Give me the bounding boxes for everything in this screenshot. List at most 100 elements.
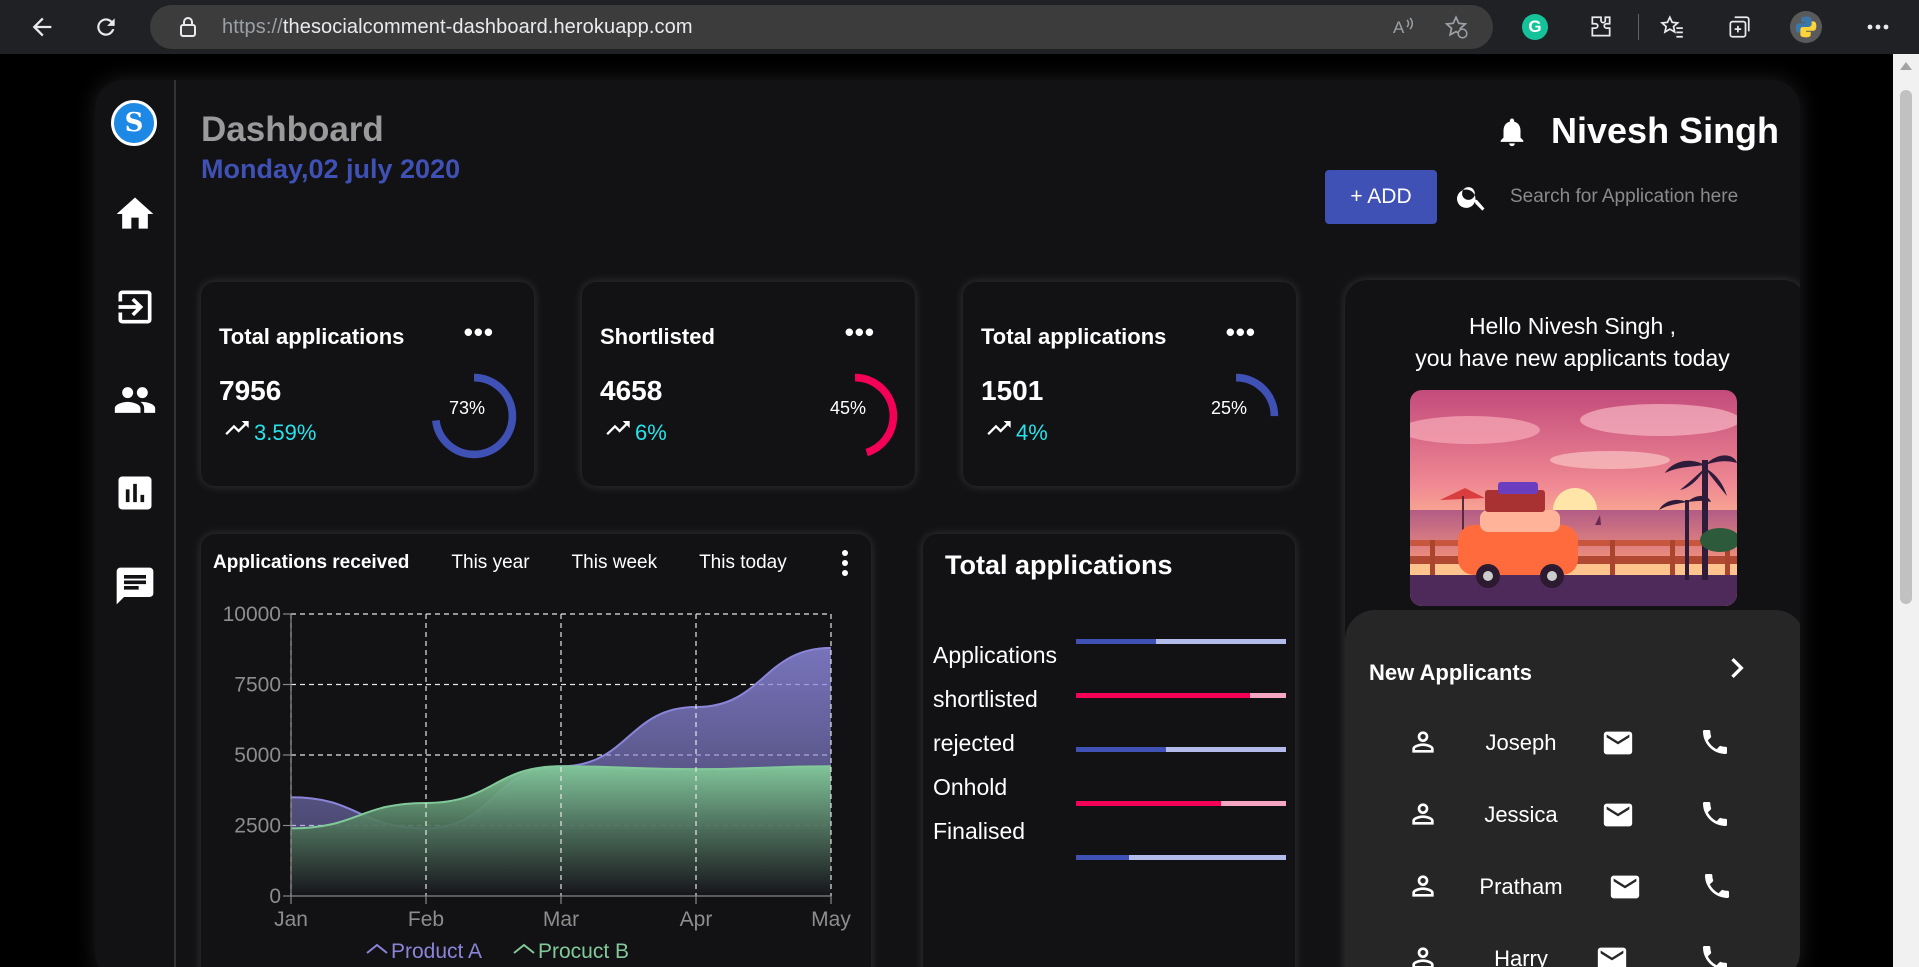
totals-row-label: Onhold [933,774,1008,800]
page-scrollbar[interactable] [1893,54,1919,967]
email-icon[interactable] [1595,942,1629,967]
chat-icon[interactable] [111,562,159,610]
totals-row-label: rejected [933,730,1015,756]
phone-icon[interactable] [1699,726,1731,758]
python-profile-icon[interactable] [1790,11,1822,43]
person-icon [1412,875,1434,897]
progress-bar-track [1076,855,1286,860]
applicant-name: Jessica [1484,802,1558,827]
stat-change: 4% [1016,420,1048,445]
x-tick-label: Feb [408,908,444,931]
address-bar[interactable]: https://thesocialcomment-dashboard.herok… [150,5,1493,49]
app-logo[interactable]: S [111,100,157,146]
y-tick-label: 0 [269,885,281,908]
donut-percent: 73% [449,398,486,418]
progress-bar-fill [1076,639,1156,644]
donut-percent: 25% [1211,398,1248,418]
email-icon[interactable] [1601,798,1635,832]
stat-card: Total applications ••• 7956 3.59% 73% [201,282,534,486]
progress-bar-track [1076,801,1286,806]
favorites-icon[interactable] [1656,11,1688,43]
search-input[interactable] [1510,178,1780,216]
people-icon[interactable] [111,376,159,424]
progress-bar-fill [1076,801,1221,806]
y-tick-label: 2500 [234,815,281,838]
legend-label[interactable]: Procuct B [538,940,629,963]
phone-icon[interactable] [1699,798,1731,830]
welcome-message: Hello Nivesh Singh , you have new applic… [1345,310,1800,374]
applicant-name: Pratham [1479,874,1563,899]
tab-this-year[interactable]: This year [451,552,529,574]
stat-title: Shortlisted [600,324,715,349]
chart-tabs: Applications received This year This wee… [213,552,829,574]
favorite-add-icon[interactable] [1442,13,1470,41]
progress-bar-track [1076,639,1286,644]
progress-bar-fill [1076,855,1129,860]
legend-marker [513,943,535,954]
email-icon[interactable] [1608,870,1642,904]
more-horizontal-icon[interactable]: ••• [464,317,494,348]
more-horizontal-icon[interactable]: ••• [1226,317,1256,348]
login-icon[interactable] [111,283,159,331]
collections-icon[interactable] [1723,11,1755,43]
stat-card: Total applications ••• 1501 4% 25% [963,282,1296,486]
welcome-panel: Hello Nivesh Singh , you have new applic… [1345,280,1800,967]
email-icon[interactable] [1601,726,1635,760]
back-icon[interactable] [24,10,60,44]
applicant-row[interactable]: Jessica [1345,798,1800,838]
read-aloud-icon[interactable]: A [1390,13,1418,41]
trending-up-icon [606,421,630,435]
stat-title: Total applications [981,324,1167,349]
tab-this-today[interactable]: This today [699,552,787,574]
y-tick-label: 7500 [234,674,281,697]
chart-title: Applications received [213,552,410,573]
lock-icon[interactable] [174,13,202,41]
extensions-icon[interactable] [1585,11,1617,43]
search-icon[interactable] [1455,180,1489,214]
y-tick-label: 5000 [234,744,281,767]
x-tick-label: May [811,908,851,931]
stat-value: 7956 [219,375,282,406]
scrollbar-thumb[interactable] [1900,90,1912,604]
add-button[interactable]: + ADD [1325,170,1437,224]
notification-bell-icon[interactable] [1495,115,1529,149]
scroll-up-arrow-icon[interactable] [1900,62,1912,70]
user-name: Nivesh Singh [1551,110,1780,151]
applicant-row[interactable]: Harry [1345,942,1800,967]
home-icon[interactable] [111,190,159,238]
totals-row-label: Applications [933,642,1058,668]
stat-value: 1501 [981,375,1044,406]
chart-icon[interactable] [111,469,159,517]
x-tick-label: Apr [680,908,713,931]
applications-chart-card: Applications received This year This wee… [201,534,871,967]
svg-text:A: A [1393,18,1405,37]
applicant-row[interactable]: Joseph [1345,726,1800,766]
new-applicants-panel: New Applicants Joseph Jessica Pratham Harry [1345,610,1800,967]
tab-this-week[interactable]: This week [572,552,658,574]
more-horizontal-icon[interactable]: ••• [845,317,875,348]
totals-title: Total applications [945,550,1173,580]
phone-icon[interactable] [1701,870,1733,902]
applicants-title: New Applicants [1369,660,1532,685]
donut-percent: 45% [830,398,867,418]
area-chart: 0 2500 5000 7500 10000 Jan Feb Mar Apr May Product… [223,603,852,963]
chevron-right-icon[interactable] [1717,648,1757,688]
url-text: https://thesocialcomment-dashboard.herok… [222,15,693,38]
progress-bar-track [1076,693,1286,698]
refresh-icon[interactable] [88,10,124,44]
applicant-name: Joseph [1485,730,1557,755]
page-title: Dashboard [201,110,384,149]
browser-toolbar: https://thesocialcomment-dashboard.herok… [0,0,1919,54]
more-vertical-icon[interactable] [841,548,849,578]
toolbar-divider [1638,14,1639,40]
legend-label[interactable]: Product A [391,940,482,963]
stat-change: 6% [635,420,667,445]
x-tick-label: Mar [543,908,579,931]
grammarly-icon[interactable]: G [1519,11,1551,43]
progress-bar-fill [1076,747,1167,752]
more-options-icon[interactable] [1862,11,1894,43]
phone-icon[interactable] [1699,942,1731,967]
page-viewport: S Dashboard Monday,02 july 2020 Nivesh S… [0,54,1919,967]
applicant-row[interactable]: Pratham [1345,870,1800,910]
applicant-name: Harry [1494,946,1548,967]
